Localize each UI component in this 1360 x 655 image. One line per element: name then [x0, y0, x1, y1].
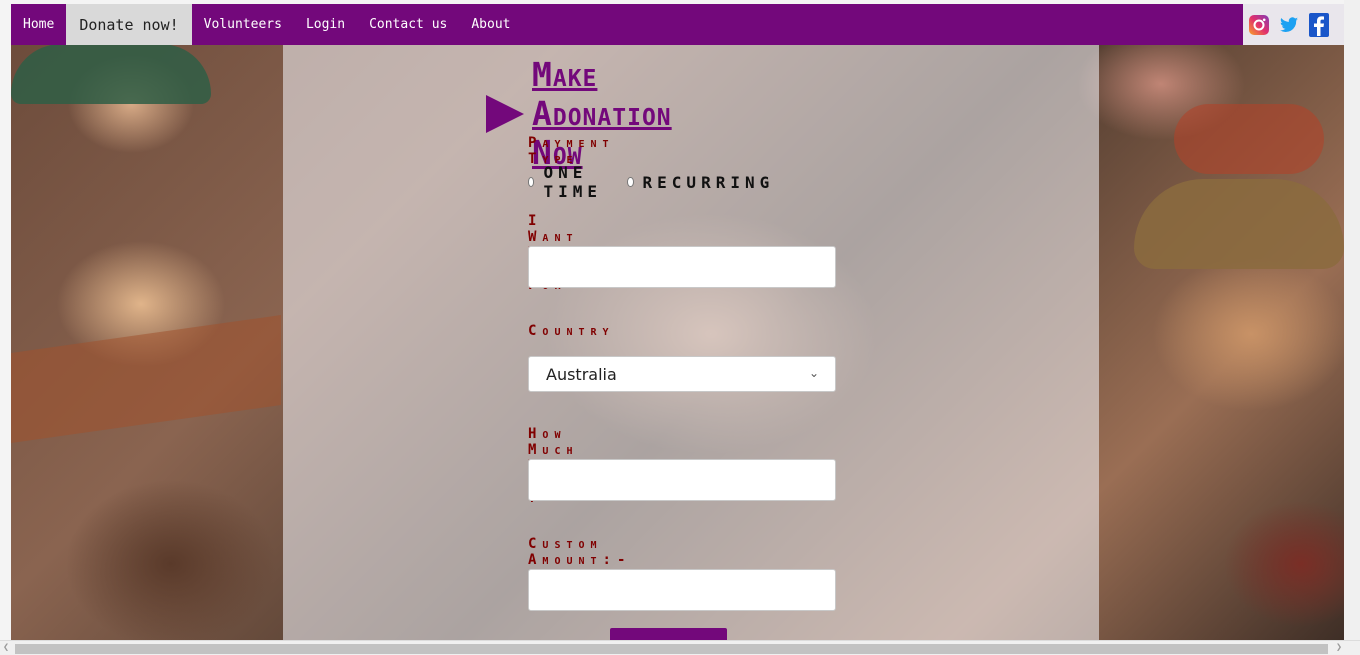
- play-arrow-icon: [486, 94, 524, 133]
- nav-volunteers[interactable]: Volunteers: [192, 4, 294, 45]
- background-photo: [11, 4, 1344, 640]
- custom-amount-label: Custom Amount:-: [528, 536, 632, 568]
- donate-for-input[interactable]: [528, 246, 836, 288]
- vertical-scrollbar[interactable]: [1344, 0, 1360, 640]
- instagram-icon[interactable]: [1248, 11, 1270, 39]
- nav-about[interactable]: About: [459, 4, 522, 45]
- nav-home[interactable]: Home: [11, 4, 66, 45]
- top-navbar: Home Donate now! Volunteers Login Contac…: [11, 4, 1243, 45]
- nav-login[interactable]: Login: [294, 4, 357, 45]
- twitter-icon[interactable]: [1278, 11, 1300, 39]
- custom-amount-input[interactable]: [528, 569, 836, 611]
- nav-donate-now[interactable]: Donate now!: [66, 4, 192, 45]
- scroll-left-icon[interactable]: ❮: [3, 642, 9, 653]
- facebook-icon[interactable]: [1308, 11, 1330, 39]
- scroll-right-icon[interactable]: ❯: [1336, 642, 1342, 653]
- country-label: Country: [528, 323, 615, 339]
- photo-detail: [11, 44, 211, 104]
- radio-one-time-label[interactable]: ONE TIME: [543, 163, 609, 201]
- horizontal-scrollbar[interactable]: ❮ ❯: [0, 640, 1360, 655]
- scrollbar-thumb[interactable]: [15, 644, 1328, 654]
- nav-contact-us[interactable]: Contact us: [357, 4, 459, 45]
- social-links: [1243, 4, 1344, 45]
- payment-type-options: ONE TIME RECURRING: [528, 163, 792, 201]
- radio-recurring[interactable]: [627, 177, 634, 187]
- radio-recurring-label[interactable]: RECURRING: [643, 173, 775, 192]
- photo-detail: [11, 315, 281, 443]
- radio-one-time[interactable]: [528, 177, 535, 187]
- country-select-value: Australia: [546, 364, 617, 384]
- amount-input[interactable]: [528, 459, 836, 501]
- form-overlay-panel: [283, 45, 1099, 640]
- chevron-down-icon: ⌄: [808, 366, 819, 380]
- photo-detail: [1174, 104, 1324, 174]
- country-select[interactable]: Australia ⌄: [528, 356, 836, 392]
- photo-detail: [1134, 179, 1344, 269]
